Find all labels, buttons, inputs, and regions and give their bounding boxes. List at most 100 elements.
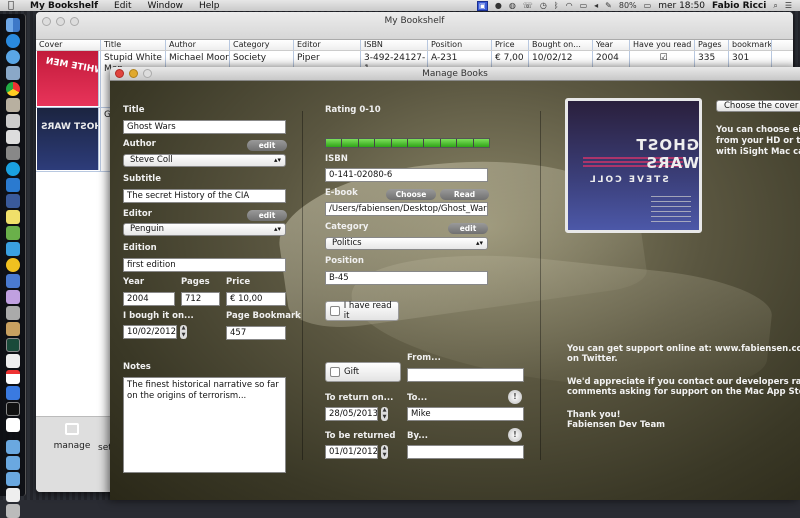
column-header[interactable]: Position [428,40,492,50]
mail-icon[interactable] [5,130,20,144]
price-input[interactable]: € 10,00 [226,292,286,306]
column-header[interactable]: Category [230,40,294,50]
bluetooth-icon[interactable]: ᛒ [554,1,559,10]
by-input[interactable] [407,445,524,459]
rating-segment[interactable] [358,139,375,147]
info-icon[interactable]: ! [508,428,522,442]
return-on-date-stepper[interactable]: ▲ ▼ [381,407,388,421]
info-icon[interactable]: ! [508,390,522,404]
chrome-icon[interactable] [5,82,20,96]
edit-category-button[interactable]: edit [448,223,488,234]
edition-input[interactable]: first edition [123,258,286,272]
rating-segment[interactable] [391,139,408,147]
rating-segment[interactable] [408,139,424,147]
volume-icon[interactable]: ◂ [594,1,598,10]
isbn-input[interactable]: 0-141-02080-6 [325,168,488,182]
bookshelf-app-icon[interactable] [5,418,20,432]
calendar-icon[interactable] [5,370,20,384]
menu-window[interactable]: Window [139,1,191,11]
bought-date-input[interactable]: 10/02/2012 [123,325,177,339]
app-store-icon[interactable] [5,34,20,48]
title-input[interactable]: Ghost Wars [123,120,286,134]
rating-segment[interactable] [424,139,440,147]
bought-date-stepper[interactable]: ▲ ▼ [180,325,187,339]
wifi-icon[interactable]: ◠ [566,1,573,10]
pen-icon[interactable]: ✎ [605,1,612,10]
applications-folder-icon[interactable] [5,440,20,454]
position-input[interactable]: B-45 [325,271,488,285]
menu-app[interactable]: My Bookshelf [22,1,106,11]
skype-icon[interactable] [5,162,20,176]
read-checkbox[interactable]: I have read it [325,301,399,321]
to-be-returned-date-stepper[interactable]: ▲ ▼ [381,445,388,459]
from-input[interactable] [407,368,524,382]
gift-checkbox[interactable]: Gift [325,362,401,382]
column-header[interactable]: Have you read it? [630,40,695,50]
evernote-status-icon[interactable]: ● [495,1,502,10]
column-header[interactable]: Year [593,40,630,50]
manage-button[interactable]: manage [52,423,92,451]
column-header[interactable]: Author [166,40,230,50]
column-header[interactable]: Bought on... [529,40,593,50]
stickies-icon[interactable] [5,210,20,224]
to-be-returned-date-input[interactable]: 01/01/2012 [325,445,378,459]
column-header[interactable]: Price [492,40,529,50]
apple-icon[interactable]:  [0,0,22,11]
pages-input[interactable]: 712 [181,292,220,306]
menu-help[interactable]: Help [191,1,228,11]
word-icon[interactable] [5,178,20,192]
notification-icon[interactable]: ☰ [785,1,792,10]
keychain-icon[interactable] [5,306,20,320]
column-header[interactable]: bookmark [729,40,772,50]
rating-segment[interactable] [342,139,358,147]
rating-segment[interactable] [457,139,473,147]
contacts-icon[interactable] [5,322,20,336]
category-select[interactable]: Politics ▴▾ [325,237,488,250]
evernote-icon[interactable] [5,226,20,240]
status-app-icon[interactable]: ▣ [476,0,488,11]
app-icon-blue[interactable] [5,386,20,400]
display-icon[interactable]: ▭ [580,1,588,10]
spotlight-icon[interactable]: ⌕ [773,1,777,11]
rating-segment[interactable] [375,139,391,147]
battery-percent[interactable]: 80% [619,1,637,10]
textedit-icon[interactable] [5,354,20,368]
sync-status-icon[interactable]: ◍ [509,1,516,10]
choose-cover-button[interactable]: Choose the cover [716,100,800,112]
edit-editor-button[interactable]: edit [247,210,287,221]
bookmark-input[interactable]: 457 [226,326,286,340]
finder-icon[interactable] [5,18,20,32]
column-header[interactable]: Title [101,40,166,50]
safari-icon[interactable] [5,50,20,64]
rating-segment[interactable] [440,139,457,147]
battery-icon[interactable]: ▭ [644,1,652,10]
twitter-icon[interactable] [5,242,20,256]
year-input[interactable]: 2004 [123,292,175,306]
return-on-date-input[interactable]: 28/05/2013 [325,407,378,421]
clock[interactable]: mer 18:50 [658,1,705,11]
cyberduck-icon[interactable] [5,258,20,272]
downloads-folder-icon[interactable] [5,472,20,486]
edit-author-button[interactable]: edit [247,140,287,151]
pen-app-icon[interactable] [5,274,20,288]
to-input[interactable]: Mike [407,407,524,421]
preview-icon[interactable] [5,66,20,80]
cover-image[interactable]: GHOST WARS STEVE COLL [565,98,702,233]
subtitle-input[interactable]: The secret History of the CIA [123,189,286,203]
ebook-path-input[interactable]: /Users/fabiensen/Desktop/Ghost_Wars. [325,202,488,216]
column-header[interactable]: ISBN [361,40,428,50]
app-icon[interactable] [5,290,20,304]
trash-icon[interactable] [5,504,20,518]
screenshot-icon[interactable] [5,146,20,160]
column-header[interactable]: Editor [294,40,361,50]
choose-ebook-button[interactable]: Choose [386,189,436,200]
time-machine-icon[interactable]: ◷ [540,1,547,10]
calculator-icon[interactable] [5,114,20,128]
terminal-icon[interactable] [5,402,20,416]
activity-monitor-icon[interactable] [5,338,20,352]
rating-segment[interactable] [326,139,342,147]
rating-segment[interactable] [473,139,490,147]
read-ebook-button[interactable]: Read [440,189,489,200]
rating-indicator[interactable] [325,138,490,148]
editor-select[interactable]: Penguin ▴▾ [123,223,286,236]
